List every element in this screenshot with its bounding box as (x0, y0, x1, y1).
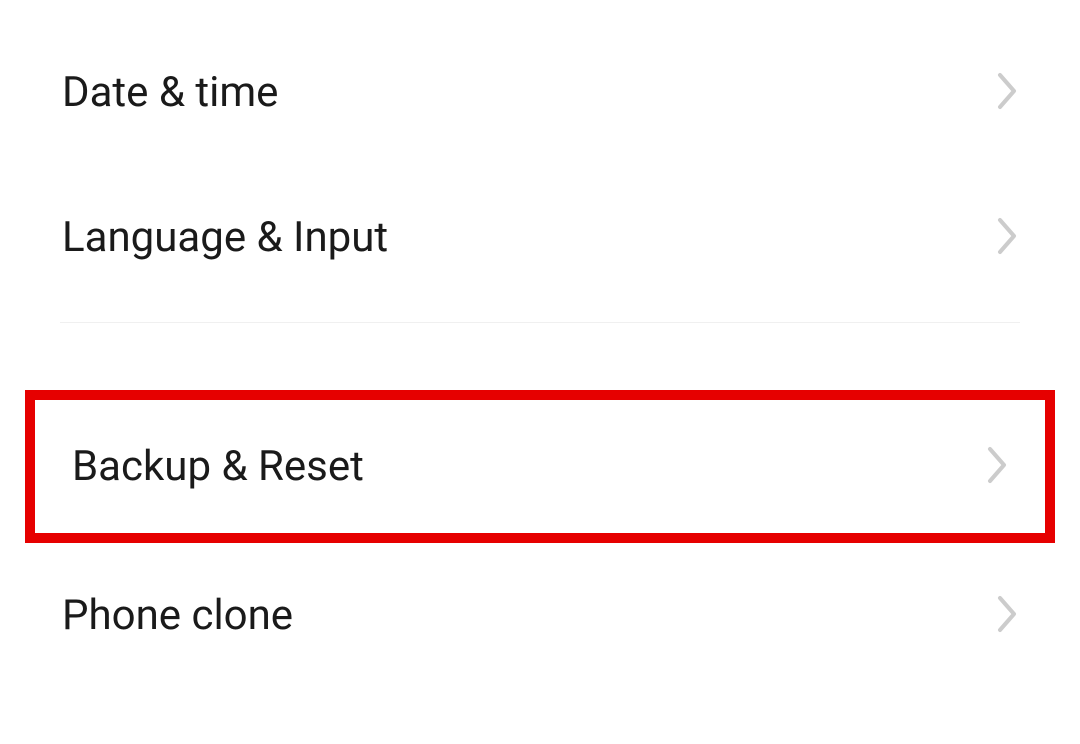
settings-list: Date & time Language & Input Backup & Re… (0, 0, 1080, 688)
chevron-right-icon (986, 445, 1010, 489)
settings-item-language-input[interactable]: Language & Input (0, 165, 1080, 310)
highlight-annotation: Backup & Reset (25, 390, 1055, 543)
section-divider (60, 322, 1020, 323)
settings-item-label: Date & time (62, 68, 278, 117)
chevron-right-icon (996, 594, 1020, 638)
settings-item-date-time[interactable]: Date & time (0, 20, 1080, 165)
settings-item-phone-clone[interactable]: Phone clone (0, 543, 1080, 688)
settings-item-label: Phone clone (62, 591, 293, 640)
chevron-right-icon (996, 216, 1020, 260)
spacer (0, 335, 1080, 390)
chevron-right-icon (996, 71, 1020, 115)
settings-item-label: Language & Input (62, 213, 388, 262)
settings-item-backup-reset[interactable]: Backup & Reset (35, 400, 1045, 533)
settings-item-label: Backup & Reset (72, 442, 364, 491)
